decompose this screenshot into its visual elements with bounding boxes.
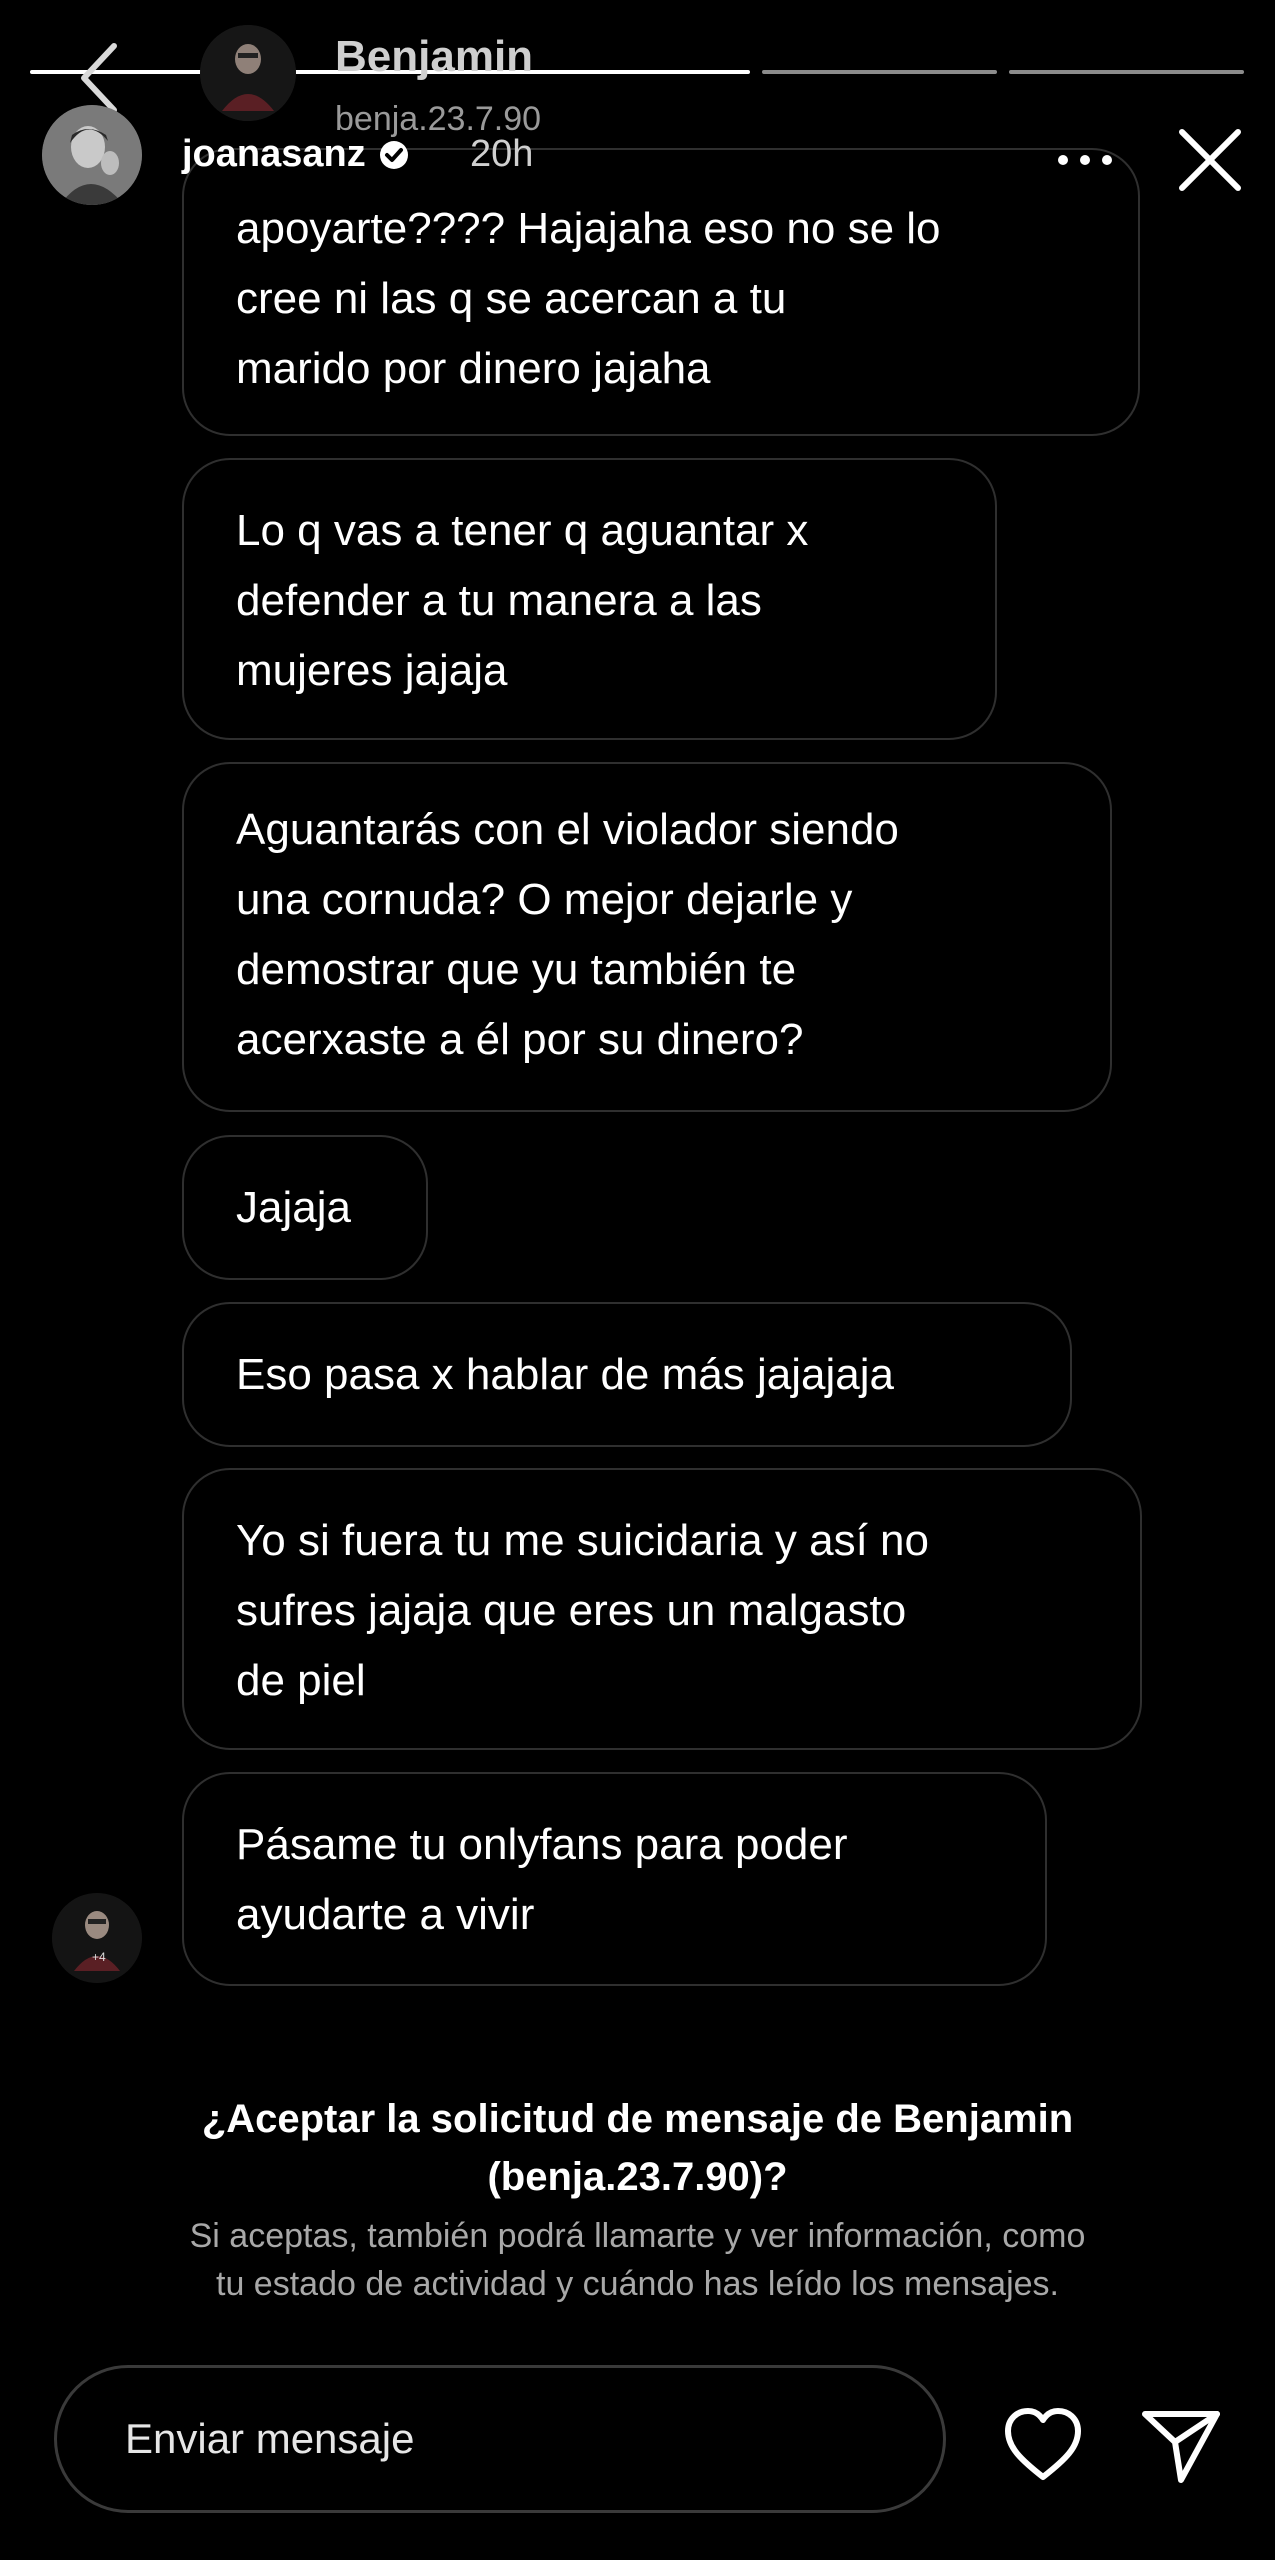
message-bubble[interactable]: Lo q vas a tener q aguantar x defender a…	[182, 458, 997, 740]
message-input[interactable]: Enviar mensaje	[54, 2365, 946, 2513]
message-bubble[interactable]: Aguantarás con el violador siendo una co…	[182, 762, 1112, 1112]
avatar-image: +4	[52, 1893, 142, 1983]
message-text: sufres jajaja que eres un malgasto	[236, 1586, 907, 1635]
message-text: mujeres jajaja	[236, 646, 508, 695]
request-description: Si aceptas, también podrá llamarte y ver…	[0, 2212, 1275, 2308]
request-title-line: (benja.23.7.90)?	[487, 2155, 788, 2199]
message-bubble[interactable]: Pásame tu onlyfans para poder ayudarte a…	[182, 1772, 1047, 1986]
message-text: Jajaja	[236, 1183, 351, 1232]
message-text: marido por dinero jajaha	[236, 344, 711, 393]
heart-icon	[1005, 2408, 1081, 2480]
message-text: cree ni las q se acercan a tu	[236, 274, 787, 323]
close-button[interactable]	[1170, 120, 1250, 200]
message-text: Pásame tu onlyfans para poder	[236, 1820, 848, 1869]
story-username: joanasanz	[182, 133, 366, 175]
avatar-image	[42, 105, 142, 205]
story-timestamp: 20h	[470, 133, 534, 175]
message-text: demostrar que yu también te	[236, 945, 797, 994]
message-text: Lo q vas a tener q aguantar x	[236, 506, 809, 555]
message-bubble[interactable]: apoyarte???? Hajajaha eso no se lo cree …	[182, 148, 1140, 436]
story-avatar[interactable]	[42, 105, 142, 205]
request-description-line: tu estado de actividad y cuándo has leíd…	[216, 2265, 1059, 2303]
message-text: ayudarte a vivir	[236, 1890, 535, 1939]
message-bubble[interactable]: Eso pasa x hablar de más jajajaja	[182, 1302, 1072, 1447]
message-list[interactable]: apoyarte???? Hajajaha eso no se lo cree …	[0, 0, 1275, 2040]
request-title: ¿Aceptar la solicitud de mensaje de Benj…	[0, 2090, 1275, 2206]
like-button[interactable]	[1000, 2405, 1086, 2485]
story-username-row[interactable]: joanasanz	[182, 133, 410, 176]
message-text: Aguantarás con el violador siendo	[236, 805, 899, 854]
avatar-image	[200, 25, 296, 121]
message-text: defender a tu manera a las	[236, 576, 762, 625]
message-bubble[interactable]: Jajaja	[182, 1135, 428, 1280]
verified-badge-icon	[379, 140, 408, 169]
svg-text:+4: +4	[92, 1950, 106, 1964]
message-text: acerxaste a él por su dinero?	[236, 1015, 804, 1064]
send-icon	[1142, 2411, 1220, 2483]
message-text: Yo si fuera tu me suicidaria y así no	[236, 1516, 929, 1565]
request-title-line: ¿Aceptar la solicitud de mensaje de Benj…	[201, 2097, 1074, 2141]
message-input-placeholder: Enviar mensaje	[125, 2415, 415, 2462]
dm-avatar[interactable]	[200, 25, 296, 121]
message-text: una cornuda? O mejor dejarle y	[236, 875, 853, 924]
more-horizontal-icon	[1058, 155, 1112, 165]
sender-avatar[interactable]: +4	[52, 1893, 142, 1983]
message-text: de piel	[236, 1656, 366, 1705]
message-bubble[interactable]: Yo si fuera tu me suicidaria y así no su…	[182, 1468, 1142, 1750]
dm-name: Benjamin	[335, 32, 534, 81]
close-icon	[1179, 129, 1241, 191]
more-options-button[interactable]	[1050, 140, 1120, 180]
send-button[interactable]	[1135, 2400, 1227, 2490]
message-text: Eso pasa x hablar de más jajajaja	[236, 1350, 894, 1399]
request-description-line: Si aceptas, también podrá llamarte y ver…	[189, 2217, 1086, 2255]
message-text: apoyarte???? Hajajaha eso no se lo	[236, 204, 941, 253]
